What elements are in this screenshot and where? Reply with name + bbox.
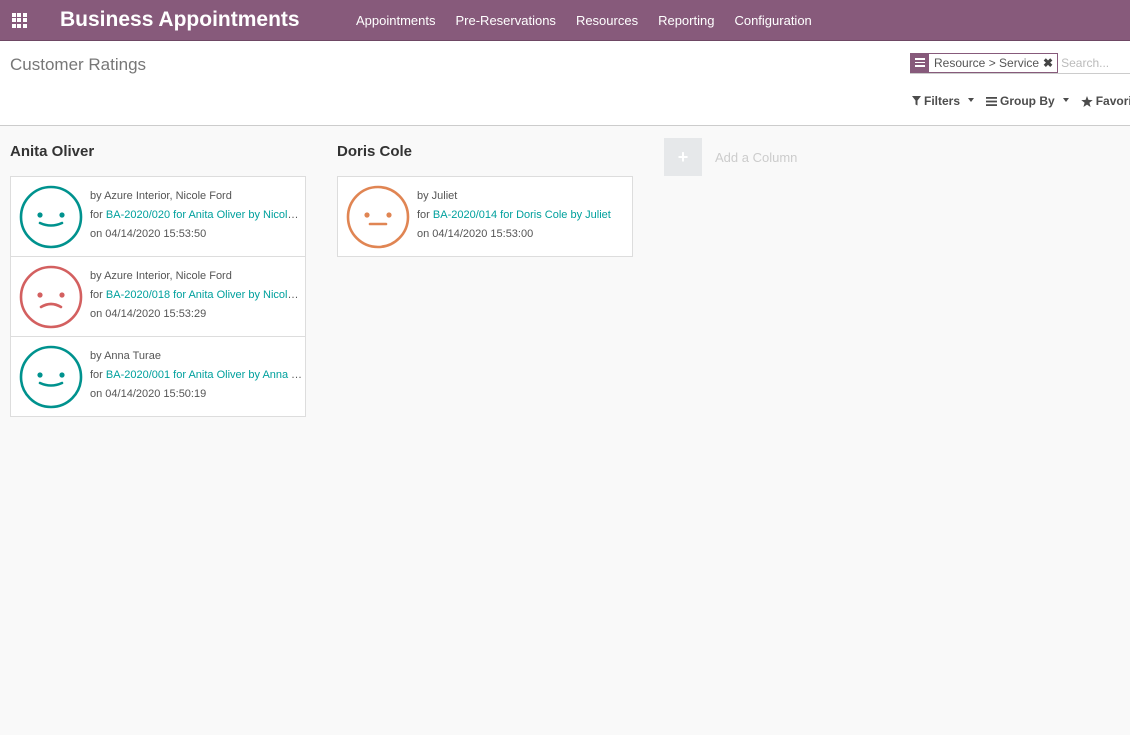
bars-icon xyxy=(986,96,998,106)
top-navbar: Business Appointments Appointments Pre-R… xyxy=(0,0,1130,41)
filter-icon xyxy=(912,96,921,106)
favorites-dropdown[interactable]: Favorites xyxy=(1080,94,1130,108)
rating-date: on 04/14/2020 15:53:50 xyxy=(90,228,207,240)
rating-date: on 04/14/2020 15:50:19 xyxy=(90,388,207,400)
filters-dropdown[interactable]: Filters xyxy=(912,94,975,108)
happy-face-icon xyxy=(19,185,83,249)
menu-item-reporting[interactable]: Reporting xyxy=(648,0,724,41)
search-facet[interactable]: Resource > Service ✖ xyxy=(910,52,1059,73)
rating-record-link[interactable]: BA-2020/001 for Anita Oliver by Anna Tur… xyxy=(106,369,302,381)
menu-item-pre-reservations[interactable]: Pre-Reservations xyxy=(446,0,566,41)
rating-record-link[interactable]: BA-2020/014 for Doris Cole by Juliet xyxy=(433,209,611,221)
for-prefix: for xyxy=(90,209,106,221)
happy-face-icon xyxy=(19,345,83,409)
favorites-label: Favorites xyxy=(1095,94,1130,108)
rating-card[interactable]: by Anna Turae for BA-2020/001 for Anita … xyxy=(11,337,305,417)
rating-for-line: for BA-2020/001 for Anita Oliver by Anna… xyxy=(90,366,302,385)
control-panel: Customer Ratings Resource > Service ✖ Fi… xyxy=(0,41,1130,126)
facet-value: Resource > Service xyxy=(934,55,1040,70)
column-title[interactable]: Anita Oliver xyxy=(10,143,94,160)
add-column: + Add a Column xyxy=(664,138,797,176)
star-icon xyxy=(1080,95,1093,107)
rating-record-link[interactable]: BA-2020/020 for Anita Oliver by Nicole F… xyxy=(106,209,302,221)
caret-down-icon xyxy=(1062,97,1069,102)
for-prefix: for xyxy=(90,369,106,381)
search-input[interactable] xyxy=(1061,55,1130,70)
rating-author: by Anna Turae xyxy=(90,350,161,362)
for-prefix: for xyxy=(90,289,106,301)
rating-date: on 04/14/2020 15:53:29 xyxy=(90,308,207,320)
rating-for-line: for BA-2020/018 for Anita Oliver by Nico… xyxy=(90,286,302,305)
rating-for-line: for BA-2020/020 for Anita Oliver by Nico… xyxy=(90,206,302,225)
rating-for-line: for BA-2020/014 for Doris Cole by Juliet xyxy=(417,206,629,225)
search-options: Filters Group By Favorites xyxy=(912,94,1130,108)
neutral-face-icon xyxy=(346,185,410,249)
kanban-view: Anita Oliver by Azure Interior, Nicole F… xyxy=(0,126,1130,735)
list-icon xyxy=(911,53,929,72)
grid-icon-dots xyxy=(11,12,27,28)
rating-record-link[interactable]: BA-2020/018 for Anita Oliver by Nicole F… xyxy=(106,289,302,301)
group-by-dropdown[interactable]: Group By xyxy=(986,94,1069,108)
column-title[interactable]: Doris Cole xyxy=(337,143,412,160)
main-menu: Appointments Pre-Reservations Resources … xyxy=(346,0,822,41)
sad-face-icon xyxy=(19,265,83,329)
filters-label: Filters xyxy=(924,94,961,108)
rating-card[interactable]: by Azure Interior, Nicole Ford for BA-20… xyxy=(11,177,305,257)
for-prefix: for xyxy=(417,209,433,221)
caret-down-icon xyxy=(968,97,975,102)
menu-item-resources[interactable]: Resources xyxy=(566,0,648,41)
group-by-label: Group By xyxy=(1000,94,1055,108)
menu-item-configuration[interactable]: Configuration xyxy=(724,0,821,41)
plus-icon[interactable]: + xyxy=(664,138,702,176)
grid-icon[interactable] xyxy=(0,0,38,41)
page-title: Customer Ratings xyxy=(10,55,147,74)
close-icon[interactable]: ✖ xyxy=(1043,54,1057,72)
search-box: Resource > Service ✖ xyxy=(910,52,1130,74)
rating-author: by Azure Interior, Nicole Ford xyxy=(90,270,232,282)
rating-author: by Azure Interior, Nicole Ford xyxy=(90,190,232,202)
column-cards: by Juliet for BA-2020/014 for Doris Cole… xyxy=(337,176,633,257)
rating-author: by Juliet xyxy=(417,190,458,202)
column-cards: by Azure Interior, Nicole Ford for BA-20… xyxy=(10,176,306,417)
add-column-label[interactable]: Add a Column xyxy=(715,150,797,165)
rating-date: on 04/14/2020 15:53:00 xyxy=(417,228,534,240)
rating-card[interactable]: by Azure Interior, Nicole Ford for BA-20… xyxy=(11,257,305,337)
app-title[interactable]: Business Appointments xyxy=(60,8,346,32)
menu-item-appointments[interactable]: Appointments xyxy=(346,0,446,41)
rating-card[interactable]: by Juliet for BA-2020/014 for Doris Cole… xyxy=(338,177,632,257)
